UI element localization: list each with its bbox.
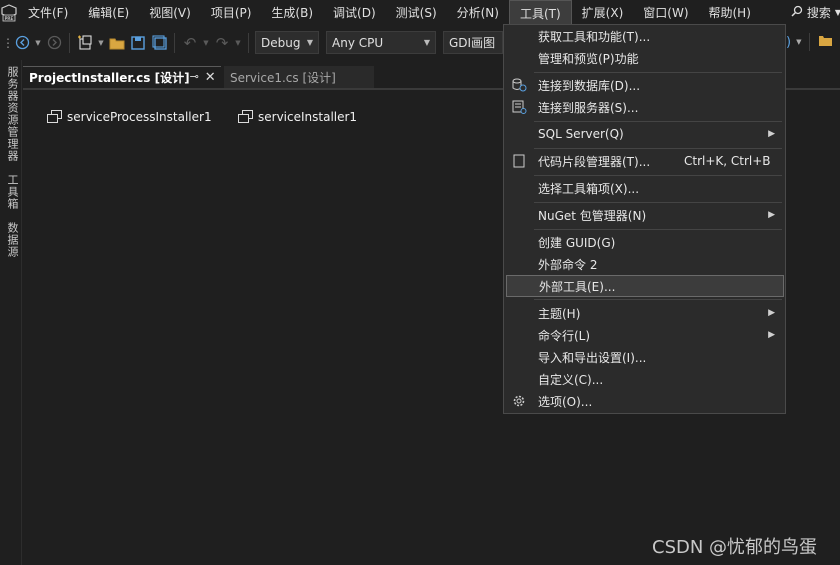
chevron-right-icon: ▶ <box>768 330 775 340</box>
menu-item-import-export-settings[interactable]: 导入和导出设置(I)... <box>504 346 785 368</box>
component-icon <box>47 110 63 124</box>
tab-label: Service1.cs [设计] <box>230 70 336 85</box>
platform-value: Any CPU <box>332 35 384 50</box>
menu-item-options[interactable]: 选项(O)... <box>504 390 785 412</box>
menu-separator <box>534 229 782 230</box>
menu-view[interactable]: 视图(V) <box>139 0 201 25</box>
menu-separator <box>534 121 782 122</box>
toolbar-grip-icon: ⋮ <box>2 35 14 50</box>
menu-bar: PRE 文件(F) 编辑(E) 视图(V) 项目(P) 生成(B) 调试(D) … <box>0 0 840 25</box>
svg-text:PRE: PRE <box>5 16 14 22</box>
platform-select[interactable]: Any CPU ▼ <box>326 31 436 54</box>
menu-item-choose-toolbox-items[interactable]: 选择工具箱项(X)... <box>504 177 785 199</box>
chevron-right-icon: ▶ <box>768 129 775 139</box>
menu-separator <box>534 148 782 149</box>
open-folder-icon[interactable] <box>108 34 126 52</box>
search-label: 搜索 <box>806 6 831 20</box>
component-service-installer[interactable]: serviceInstaller1 <box>238 110 357 124</box>
component-label: serviceInstaller1 <box>258 110 358 124</box>
toolbar-separator <box>174 32 175 53</box>
menu-test[interactable]: 测试(S) <box>386 0 447 25</box>
toolbox-tab[interactable]: 工具箱 <box>0 168 24 216</box>
menu-extensions[interactable]: 扩展(X) <box>572 0 634 25</box>
menu-item-create-guid[interactable]: 创建 GUID(G) <box>504 231 785 253</box>
navigate-forward-icon[interactable] <box>45 34 63 52</box>
menu-build[interactable]: 生成(B) <box>261 0 323 25</box>
component-label: serviceProcessInstaller1 <box>67 110 212 124</box>
menu-separator <box>534 299 782 300</box>
server-explorer-tab[interactable]: 服务器资源管理器 <box>0 60 24 168</box>
menu-analyze[interactable]: 分析(N) <box>447 0 509 25</box>
menu-edit[interactable]: 编辑(E) <box>78 0 139 25</box>
startup-project-select[interactable]: GDI画图 <box>443 31 503 54</box>
menu-item-connect-database[interactable]: 连接到数据库(D)... <box>504 74 785 96</box>
menu-window[interactable]: 窗口(W) <box>633 0 698 25</box>
menu-item-manage-preview[interactable]: 管理和预览(P)功能 <box>504 47 785 69</box>
tab-project-installer[interactable]: ProjectInstaller.cs [设计] ⊸ ✕ <box>23 66 221 88</box>
menu-separator <box>534 202 782 203</box>
tools-menu: 获取工具和功能(T)... 管理和预览(P)功能 连接到数据库(D)... 连接… <box>503 24 786 414</box>
gear-icon <box>511 393 527 409</box>
menu-item-external-command-2[interactable]: 外部命令 2 <box>504 253 785 275</box>
chevron-down-icon: ▼ <box>306 38 313 47</box>
navigate-back-icon[interactable] <box>13 34 31 52</box>
shortcut-label: Ctrl+K, Ctrl+B <box>684 154 771 168</box>
search-icon <box>791 5 803 20</box>
toolbar-separator <box>809 33 811 51</box>
data-sources-tab[interactable]: 数据源 <box>0 216 24 264</box>
menu-item-customize[interactable]: 自定义(C)... <box>504 368 785 390</box>
menu-separator <box>534 175 782 176</box>
refresh-icon[interactable]: ) <box>786 35 791 50</box>
configuration-select[interactable]: Debug ▼ <box>255 31 319 54</box>
menu-item-theme[interactable]: 主题(H) ▶ <box>504 302 785 324</box>
startup-project-value: GDI画图 <box>449 36 496 50</box>
menu-item-sql-server[interactable]: SQL Server(Q) ▶ <box>504 123 785 145</box>
new-project-icon[interactable] <box>76 34 94 52</box>
save-all-icon[interactable] <box>150 34 168 52</box>
tab-label: ProjectInstaller.cs [设计] <box>29 71 190 85</box>
chevron-down-icon[interactable]: ▼ <box>97 34 105 52</box>
server-connect-icon <box>511 99 527 115</box>
chevron-right-icon: ▶ <box>768 308 775 318</box>
pin-icon[interactable]: ⊸ <box>190 70 199 85</box>
component-icon <box>238 110 254 124</box>
undo-icon[interactable]: ↶ <box>181 34 199 52</box>
tab-service1[interactable]: Service1.cs [设计] <box>224 66 374 88</box>
chevron-down-icon[interactable]: ▼ <box>202 34 210 52</box>
database-connect-icon <box>511 77 527 93</box>
menu-item-command-line[interactable]: 命令行(L) ▶ <box>504 324 785 346</box>
menu-debug[interactable]: 调试(D) <box>323 0 386 25</box>
chevron-down-icon: ▼ <box>423 38 430 47</box>
side-tool-strip: 服务器资源管理器 工具箱 数据源 <box>0 60 22 565</box>
menu-separator <box>534 72 782 73</box>
toolbar-separator <box>69 32 70 53</box>
toolbar-separator <box>248 32 249 53</box>
redo-icon[interactable]: ↷ <box>213 34 231 52</box>
menu-item-get-tools[interactable]: 获取工具和功能(T)... <box>504 25 785 47</box>
snippet-icon <box>511 153 527 169</box>
search-button[interactable]: 搜索 ▼ <box>781 0 840 25</box>
menu-help[interactable]: 帮助(H) <box>699 0 761 25</box>
menu-item-connect-server[interactable]: 连接到服务器(S)... <box>504 96 785 118</box>
chevron-right-icon: ▶ <box>768 210 775 220</box>
folder-icon[interactable] <box>818 34 833 50</box>
configuration-value: Debug <box>261 35 301 50</box>
menu-item-snippet-manager[interactable]: 代码片段管理器(T)... Ctrl+K, Ctrl+B <box>504 150 785 172</box>
menu-file[interactable]: 文件(F) <box>18 0 78 25</box>
menu-item-nuget[interactable]: NuGet 包管理器(N) ▶ <box>504 204 785 226</box>
component-service-process-installer[interactable]: serviceProcessInstaller1 <box>47 110 212 124</box>
chevron-down-icon: ▼ <box>834 8 840 17</box>
close-icon[interactable]: ✕ <box>205 70 216 85</box>
menu-tools[interactable]: 工具(T) <box>508 0 572 25</box>
menu-item-external-tools[interactable]: 外部工具(E)... <box>506 275 784 297</box>
chevron-down-icon[interactable]: ▼ <box>796 38 801 46</box>
watermark-text: CSDN @忧郁的鸟蛋 <box>652 537 818 558</box>
save-icon[interactable] <box>129 34 147 52</box>
vs-logo-icon[interactable]: PRE <box>0 0 18 25</box>
menu-project[interactable]: 项目(P) <box>201 0 262 25</box>
chevron-down-icon[interactable]: ▼ <box>234 34 242 52</box>
chevron-down-icon[interactable]: ▼ <box>34 34 42 52</box>
